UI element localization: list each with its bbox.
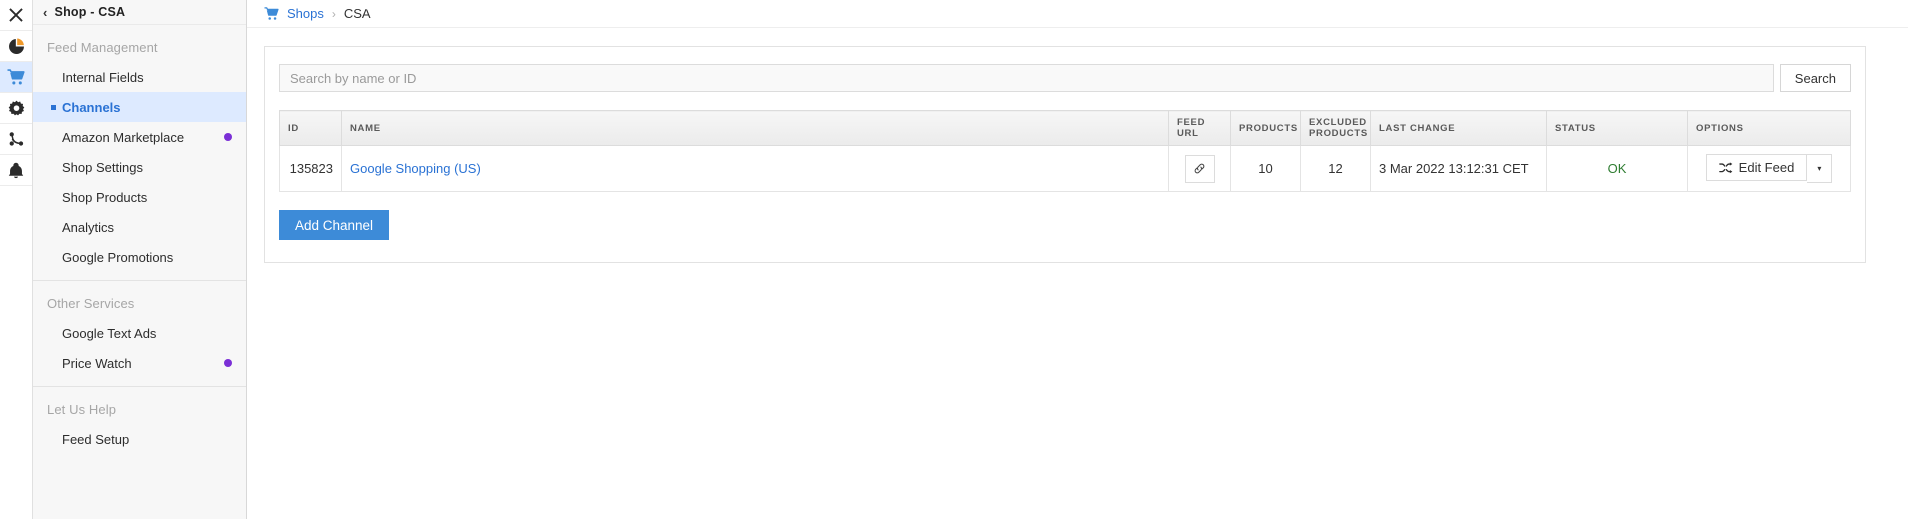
sidebar-group-other-services: Other Services [47, 296, 135, 311]
pie-chart-icon[interactable] [0, 31, 32, 62]
sidebar-header-back[interactable]: ‹ Shop - CSA [33, 0, 246, 25]
application-root: ‹ Shop - CSA Feed Management Internal Fi… [0, 0, 1908, 519]
sidebar: ‹ Shop - CSA Feed Management Internal Fi… [33, 0, 247, 519]
status-badge: OK [1607, 161, 1627, 176]
cell-name: Google Shopping (US) [341, 145, 1169, 192]
breadcrumb-separator-icon: › [331, 6, 336, 21]
sidebar-item-channels[interactable]: Channels [33, 92, 246, 122]
table-header-row: ID NAME FEED URL PRODUCTS EXCLUDED PRODU… [279, 110, 1851, 146]
shopping-cart-icon[interactable] [0, 62, 32, 93]
column-header-options[interactable]: OPTIONS [1687, 110, 1851, 146]
sidebar-item-feed-setup[interactable]: Feed Setup [33, 424, 246, 454]
main-content: Shops › CSA Search by name or ID Search … [247, 0, 1908, 519]
breadcrumb: Shops › CSA [247, 0, 1908, 28]
sidebar-group-let-us-help: Let Us Help [47, 402, 117, 417]
sidebar-title: Shop - CSA [54, 5, 126, 19]
cell-last-change: 3 Mar 2022 13:12:31 CET [1370, 145, 1547, 192]
cell-status: OK [1546, 145, 1688, 192]
search-input[interactable] [279, 64, 1774, 92]
channels-panel: Search ID NAME FEED URL PRODUCT [264, 46, 1866, 263]
sidebar-item-label: Analytics [62, 219, 115, 235]
sidebar-item-label: Shop Settings [62, 159, 143, 175]
shuffle-icon [1718, 161, 1733, 174]
add-channel-button[interactable]: Add Channel [279, 210, 390, 240]
column-header-feed-url[interactable]: FEED URL [1168, 110, 1231, 146]
sidebar-item-label: Feed Setup [62, 431, 130, 447]
sidebar-item-shop-settings[interactable]: Shop Settings [33, 152, 246, 182]
channels-table: ID NAME FEED URL PRODUCTS EXCLUDED PRODU… [279, 110, 1851, 192]
gear-icon[interactable] [0, 93, 32, 124]
breadcrumb-link-shops[interactable]: Shops [287, 6, 324, 21]
sidebar-item-label: Google Promotions [62, 249, 174, 265]
search-row: Search [279, 64, 1851, 92]
sidebar-item-google-text-ads[interactable]: Google Text Ads [33, 318, 246, 348]
edit-feed-label: Edit Feed [1738, 160, 1795, 175]
notification-dot-icon [224, 133, 232, 141]
edit-feed-button[interactable]: Edit Feed [1705, 154, 1808, 181]
chevron-down-icon[interactable]: ▾ [1807, 154, 1833, 183]
cell-id: 135823 [279, 145, 342, 192]
share-nodes-icon[interactable] [0, 124, 32, 155]
column-header-status[interactable]: STATUS [1546, 110, 1688, 146]
content-area: Search ID NAME FEED URL PRODUCT [247, 28, 1908, 263]
sidebar-item-label: Internal Fields [62, 69, 144, 85]
column-header-excluded-products[interactable]: EXCLUDED PRODUCTS [1300, 110, 1371, 146]
sidebar-item-amazon-marketplace[interactable]: Amazon Marketplace [33, 122, 246, 152]
column-header-last-change[interactable]: LAST CHANGE [1370, 110, 1547, 146]
cell-feed-url [1168, 145, 1231, 192]
sidebar-item-internal-fields[interactable]: Internal Fields [33, 62, 246, 92]
sidebar-item-price-watch[interactable]: Price Watch [33, 348, 246, 378]
sidebar-item-shop-products[interactable]: Shop Products [33, 182, 246, 212]
sidebar-item-label: Google Text Ads [62, 325, 157, 341]
cell-products: 10 [1230, 145, 1301, 192]
table-body: 135823 Google Shopping (US) 10 12 3 Mar … [279, 145, 1851, 192]
cell-excluded-products: 12 [1300, 145, 1371, 192]
sidebar-item-label: Price Watch [62, 355, 132, 371]
breadcrumb-current-csa: CSA [343, 6, 371, 21]
sidebar-item-label: Amazon Marketplace [62, 129, 185, 145]
column-header-products[interactable]: PRODUCTS [1230, 110, 1301, 146]
sidebar-item-analytics[interactable]: Analytics [33, 212, 246, 242]
search-button[interactable]: Search [1779, 64, 1851, 92]
table-row: 135823 Google Shopping (US) 10 12 3 Mar … [279, 145, 1851, 192]
column-header-id[interactable]: ID [279, 110, 342, 146]
cell-options: Edit Feed ▾ [1687, 145, 1851, 192]
bell-icon[interactable] [0, 155, 32, 186]
back-chevron-icon: ‹ [43, 4, 48, 20]
sidebar-group-feed-management: Feed Management [47, 40, 158, 55]
sidebar-item-google-promotions[interactable]: Google Promotions [33, 242, 246, 272]
channel-name-link[interactable]: Google Shopping (US) [350, 161, 481, 176]
active-bullet-icon [51, 104, 56, 110]
link-icon[interactable] [1184, 154, 1215, 183]
close-icon[interactable] [0, 0, 32, 31]
sidebar-item-label: Shop Products [62, 189, 148, 205]
notification-dot-icon [224, 359, 232, 367]
icon-rail [0, 0, 33, 519]
options-button-group: Edit Feed ▾ [1705, 154, 1833, 183]
column-header-name[interactable]: NAME [341, 110, 1169, 146]
shopping-cart-icon [264, 6, 279, 21]
table-header: ID NAME FEED URL PRODUCTS EXCLUDED PRODU… [279, 110, 1851, 146]
sidebar-item-label: Channels [62, 99, 121, 115]
